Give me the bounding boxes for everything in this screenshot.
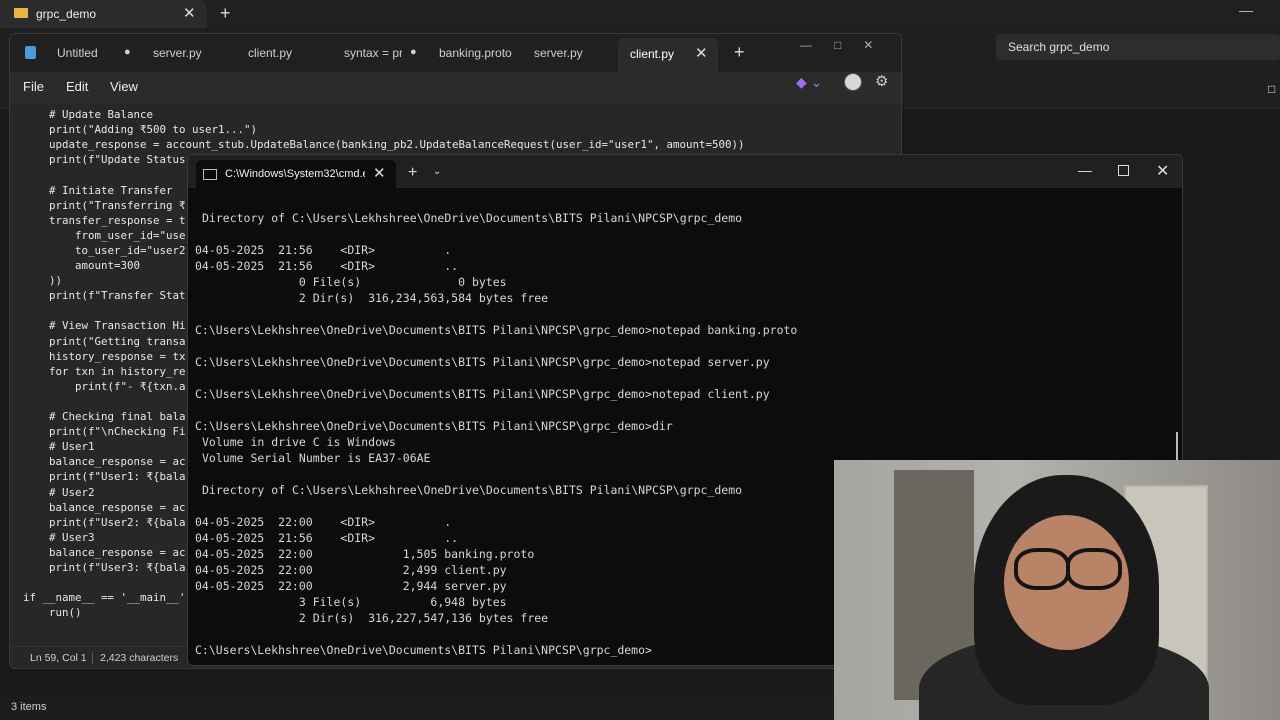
terminal-line: Volume Serial Number is EA37-06AE <box>202 451 431 465</box>
code-line: # User1 <box>23 440 95 454</box>
terminal-line: 2 Dir(s) 316,227,547,136 bytes free <box>195 611 549 625</box>
close-icon[interactable]: ✕ <box>695 44 708 62</box>
terminal-line: C:\Users\Lekhshree\OneDrive\Documents\BI… <box>195 419 673 433</box>
terminal-line: Directory of C:\Users\Lekhshree\OneDrive… <box>202 211 743 225</box>
terminal-tab-title: C:\Windows\System32\cmd.exe <box>225 168 365 180</box>
terminal-line: 0 File(s) 0 bytes <box>195 275 507 289</box>
new-tab-button[interactable]: + <box>220 3 231 24</box>
code-line: print("Transferring ₹ <box>23 198 186 212</box>
menu-file[interactable]: File <box>23 79 44 94</box>
menu-view[interactable]: View <box>110 79 138 94</box>
tab-server-py-2[interactable]: server.py <box>534 46 583 60</box>
code-line: # Initiate Transfer <box>23 183 173 197</box>
details-pane-icon[interactable]: □ <box>1268 82 1275 96</box>
new-tab-button[interactable]: + <box>734 42 745 63</box>
gear-icon[interactable]: ⚙ <box>875 72 888 90</box>
terminal-line: 04-05-2025 21:56 <DIR> .. <box>195 531 459 545</box>
explorer-tab-title: grpc_demo <box>36 7 97 21</box>
terminal-line: 2 Dir(s) 316,234,563,584 bytes free <box>195 291 549 305</box>
code-line: # View Transaction Hi <box>23 319 186 333</box>
close-icon[interactable]: ✕ <box>183 4 196 22</box>
code-line: from_user_id="use <box>23 228 186 242</box>
character-count: 2,423 characters <box>100 652 179 664</box>
code-line: # Update Balance <box>23 108 154 121</box>
code-line: )) <box>23 274 63 288</box>
terminal-line: 04-05-2025 22:00 <DIR> . <box>195 515 452 529</box>
code-line: for txn in history_re <box>23 364 186 378</box>
code-line: print("Getting transa <box>23 334 186 348</box>
code-line: print(f"- ₹{txn.a <box>23 379 186 393</box>
chevron-down-icon[interactable]: ⌄ <box>433 166 441 177</box>
modified-dot-icon: ● <box>410 46 417 58</box>
code-line: print(f"User3: ₹{bala <box>23 561 186 574</box>
copilot-icon[interactable]: ◆ ⌄ <box>796 74 822 91</box>
explorer-tab[interactable]: grpc_demo ✕ <box>0 0 207 28</box>
new-tab-button[interactable]: + <box>408 164 417 182</box>
tab-untitled[interactable]: Untitled <box>57 46 98 60</box>
terminal-line: C:\Users\Lekhshree\OneDrive\Documents\BI… <box>195 387 770 401</box>
notepad-icon <box>25 46 36 59</box>
tab-server-py[interactable]: server.py <box>153 46 202 60</box>
cmd-icon <box>203 169 217 180</box>
close-icon[interactable]: ✕ <box>1156 161 1169 181</box>
code-line: print(f"Transfer Stat <box>23 289 186 303</box>
terminal-line: 3 File(s) 6,948 bytes <box>195 595 507 609</box>
code-line: # Checking final bala <box>23 410 186 423</box>
terminal-line: C:\Users\Lekhshree\OneDrive\Documents\BI… <box>195 323 798 337</box>
search-placeholder: Search grpc_demo <box>1008 40 1110 54</box>
tab-syntax[interactable]: syntax = pr <box>344 46 402 60</box>
code-line: balance_response = ac <box>23 500 186 514</box>
cursor-position: Ln 59, Col 1 <box>30 652 87 664</box>
terminal-line: Directory of C:\Users\Lekhshree\OneDrive… <box>202 483 743 497</box>
code-line: update_response = account_stub.UpdateBal… <box>23 138 745 152</box>
terminal-line: Volume in drive C is Windows <box>202 435 396 449</box>
modified-dot-icon: ● <box>124 46 131 58</box>
code-line: transfer_response = t <box>23 213 186 227</box>
active-tab-label: client.py <box>630 47 675 61</box>
terminal-titlebar: C:\Windows\System32\cmd.exe ✕ + ⌄ — ✕ <box>188 155 1182 188</box>
code-line: print(f"User1: ₹{bala <box>23 470 186 484</box>
code-line: print("Adding ₹500 to user1...") <box>23 123 258 137</box>
tab-client-py-active[interactable]: client.py ✕ <box>618 38 718 72</box>
webcam-overlay <box>834 460 1280 720</box>
terminal-line: 04-05-2025 22:00 2,944 server.py <box>195 579 507 593</box>
menu-bar: File Edit View ◆ ⌄ ⚙ <box>10 72 901 104</box>
code-line: print(f"Update Status <box>23 153 186 167</box>
code-line: history_response = tx <box>23 349 186 363</box>
terminal-line: C:\Users\Lekhshree\OneDrive\Documents\BI… <box>195 355 770 369</box>
code-line: # User2 <box>23 485 95 499</box>
folder-icon <box>14 8 28 18</box>
terminal-line: 04-05-2025 21:56 <DIR> .. <box>195 259 459 273</box>
terminal-line: 04-05-2025 22:00 1,505 banking.proto <box>195 547 535 561</box>
avatar[interactable] <box>844 73 862 91</box>
code-line: balance_response = ac <box>23 455 186 469</box>
code-line: print(f"User2: ₹{bala <box>23 515 186 529</box>
close-icon[interactable]: ✕ <box>373 164 386 182</box>
terminal-line: 04-05-2025 21:56 <DIR> . <box>195 243 452 257</box>
code-line: if __name__ == '__main__': <box>23 591 193 605</box>
code-line: balance_response = ac <box>23 545 186 559</box>
window-controls[interactable]: —□✕ <box>800 38 895 52</box>
code-line: to_user_id="user2 <box>23 243 186 257</box>
minimize-icon[interactable]: — <box>1078 162 1092 178</box>
terminal-line: 04-05-2025 22:00 2,499 client.py <box>195 563 507 577</box>
terminal-tab[interactable]: C:\Windows\System32\cmd.exe ✕ <box>196 160 396 188</box>
item-count: 3 items <box>11 701 47 713</box>
code-line: amount=300 <box>23 259 141 272</box>
scrollbar[interactable] <box>1176 432 1178 460</box>
search-input[interactable]: Search grpc_demo <box>996 34 1280 60</box>
terminal-line: C:\Users\Lekhshree\OneDrive\Documents\BI… <box>195 643 652 657</box>
webcam-glasses <box>1066 548 1122 590</box>
tab-banking-proto[interactable]: banking.proto <box>439 46 512 60</box>
minimize-icon[interactable]: — <box>1239 2 1253 18</box>
code-line: run() <box>23 606 82 620</box>
webcam-glasses <box>1014 548 1070 590</box>
code-line: print(f"\nChecking Fi <box>23 425 186 439</box>
maximize-icon[interactable] <box>1118 165 1129 176</box>
notepad-tab-bar: Untitled ● server.py client.py syntax = … <box>10 34 901 72</box>
tab-client-py[interactable]: client.py <box>248 46 292 60</box>
menu-edit[interactable]: Edit <box>66 79 88 94</box>
code-line: # User3 <box>23 530 95 544</box>
